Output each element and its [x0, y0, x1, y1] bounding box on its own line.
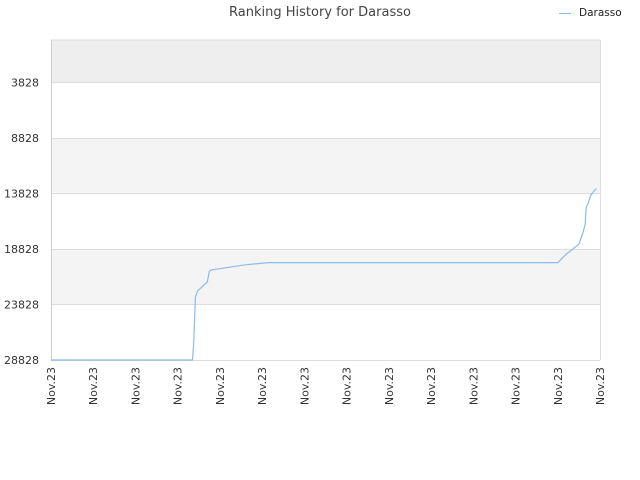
y-tick-label: 3828 [11, 76, 39, 89]
x-tick-label: Nov.23 [87, 367, 100, 405]
y-tick-label: 23828 [4, 298, 39, 311]
plot-band [51, 248, 600, 305]
x-tick-label: Nov.23 [298, 367, 311, 405]
x-tick-label: Nov.23 [425, 367, 438, 405]
x-tick-label: Nov.23 [510, 367, 523, 405]
plot-band [51, 82, 600, 138]
background-bands [51, 40, 600, 360]
y-tick-label: 8828 [11, 132, 39, 145]
y-tick-labels: 3828 8828 13828 18828 23828 28828 [4, 76, 39, 367]
plot-band [51, 40, 600, 83]
y-tick-label: 13828 [4, 187, 39, 200]
x-tick-label: Nov.23 [45, 367, 58, 405]
x-tick-label: Nov.23 [172, 367, 185, 405]
x-tick-label: Nov.23 [383, 367, 396, 405]
x-tick-label: Nov.23 [214, 367, 227, 405]
y-tick-label: 28828 [4, 354, 39, 367]
x-tick-label: Nov.23 [467, 367, 480, 405]
x-tick-label: Nov.23 [552, 367, 565, 405]
x-tick-label: Nov.23 [594, 367, 607, 405]
plot-band [51, 304, 600, 360]
chart-svg: 3828882813828188282382828828 Nov.23 Nov.2… [4, 39, 607, 405]
x-tick-label: Nov.23 [256, 367, 269, 405]
x-tick-labels: Nov.23 Nov.23 Nov.23 Nov.23 Nov.23 Nov.23 Nov.… [45, 367, 607, 405]
plot-band [51, 193, 600, 249]
plot-band [51, 137, 600, 194]
x-tick-label: Nov.23 [341, 367, 354, 405]
x-tick-label: Nov.23 [129, 367, 142, 405]
y-tick-label: 18828 [4, 243, 39, 256]
